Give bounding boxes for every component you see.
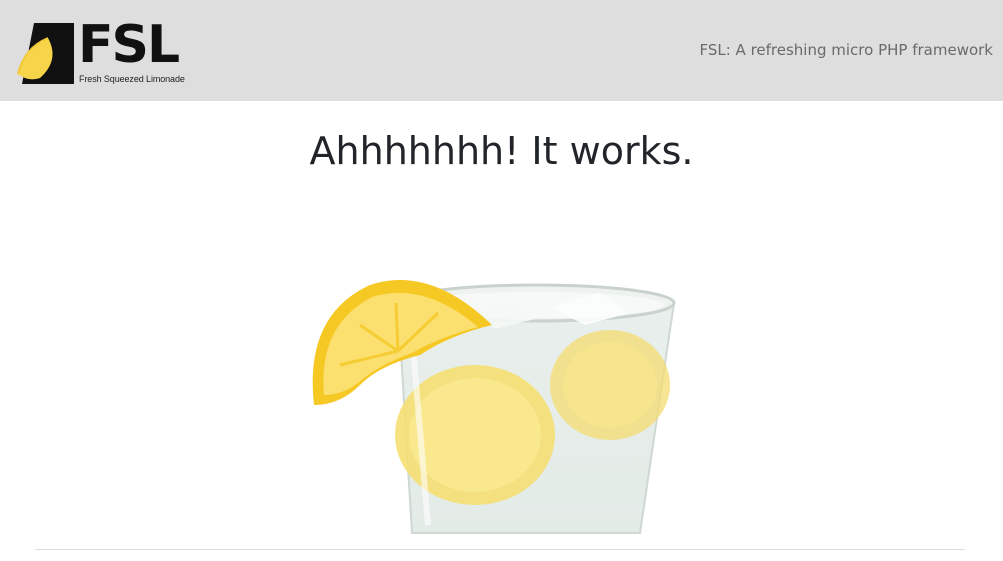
lemonade-hero-image [312,280,676,534]
footer-divider [35,549,965,550]
site-tagline: FSL: A refreshing micro PHP framework [699,41,993,59]
lemon-logo-icon [17,23,74,84]
site-header: FSL Fresh Squeezed Limonade FSL: A refre… [0,0,1003,101]
logo-tagline: Fresh Squeezed Limonade [79,74,185,84]
logo-wordmark: FSL [78,15,180,75]
page-title: Ahhhhhhh! It works. [309,129,694,173]
fsl-logo[interactable]: FSL Fresh Squeezed Limonade [16,15,185,88]
